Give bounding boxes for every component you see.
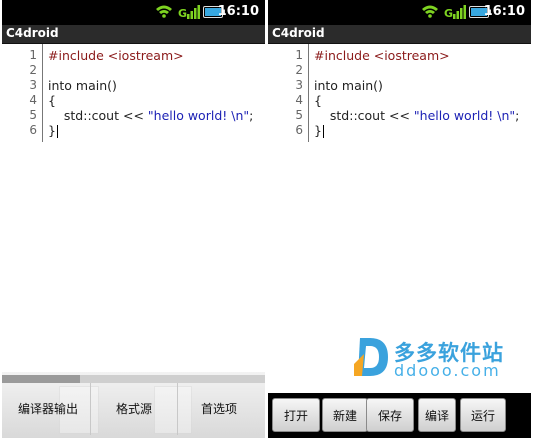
code-line: } [314, 123, 324, 138]
code-segment: std::cout << [48, 108, 148, 123]
text-cursor [56, 125, 58, 138]
left-screenshot: G 16:10 C4droid 1 2 3 4 5 6 #include <io… [2, 0, 265, 438]
signal-icon: G [444, 5, 466, 20]
menu-item-preferences[interactable]: 首选项 [178, 400, 260, 417]
line-number: 5 [29, 108, 37, 122]
watermark: 多多软件站 ddooo.com [352, 334, 522, 380]
save-button[interactable]: 保存 [366, 398, 414, 432]
status-bar: G 16:10 [2, 0, 265, 25]
line-number: 6 [295, 123, 303, 137]
app-title: C4droid [272, 26, 325, 40]
title-bar: C4droid [2, 25, 265, 44]
code-line: #include <iostream> [48, 48, 184, 63]
app-title: C4droid [6, 26, 59, 40]
title-bar: C4droid [268, 25, 531, 44]
code-segment: ; [249, 108, 254, 123]
line-number-gutter: 1 2 3 4 5 6 [2, 44, 43, 142]
code-line: std::cout << "hello world! \n"; [48, 108, 253, 123]
code-line: { [48, 93, 56, 108]
code-line: into main() [314, 78, 383, 93]
compile-button[interactable]: 编译 [418, 398, 456, 432]
line-number: 1 [29, 48, 37, 62]
svg-text:G: G [444, 7, 453, 20]
code-segment: } [314, 123, 322, 138]
menu-item-format-source[interactable]: 格式源 [91, 400, 177, 417]
code-line: into main() [48, 78, 117, 93]
line-number-gutter: 1 2 3 4 5 6 [268, 44, 309, 142]
watermark-domain: ddooo.com [394, 361, 501, 380]
line-number: 4 [295, 93, 303, 107]
line-number: 1 [295, 48, 303, 62]
run-button[interactable]: 运行 [460, 398, 506, 432]
text-cursor [322, 125, 324, 138]
line-number: 4 [29, 93, 37, 107]
code-line: #include <iostream> [314, 48, 450, 63]
string-literal: "hello world! \n" [413, 108, 516, 123]
line-number: 3 [29, 78, 37, 92]
scrollbar-thumb[interactable] [2, 375, 80, 383]
code-line: std::cout << "hello world! \n"; [314, 108, 519, 123]
code-editor[interactable]: 1 2 3 4 5 6 #include <iostream> into mai… [2, 44, 265, 374]
line-number: 2 [29, 63, 37, 77]
clock: 16:10 [483, 4, 525, 19]
line-number: 2 [295, 63, 303, 77]
svg-text:G: G [178, 7, 187, 20]
string-literal: "hello world! \n" [147, 108, 250, 123]
code-segment: std::cout << [314, 108, 414, 123]
line-number: 5 [295, 108, 303, 122]
new-button[interactable]: 新建 [322, 398, 368, 432]
clock: 16:10 [217, 4, 259, 19]
menu-item-compiler-output[interactable]: 编译器输出 [6, 400, 90, 417]
code-line: } [48, 123, 58, 138]
status-bar: G 16:10 [268, 0, 531, 25]
code-line: { [314, 93, 322, 108]
line-number: 6 [29, 123, 37, 137]
code-editor[interactable]: 1 2 3 4 5 6 #include <iostream> into mai… [268, 44, 531, 374]
wifi-icon [156, 5, 172, 18]
code-segment: } [48, 123, 56, 138]
wifi-icon [422, 5, 438, 18]
open-button[interactable]: 打开 [272, 398, 320, 432]
signal-icon: G [178, 5, 200, 20]
ddooo-logo-icon [354, 338, 388, 376]
code-segment: ; [515, 108, 520, 123]
line-number: 3 [295, 78, 303, 92]
